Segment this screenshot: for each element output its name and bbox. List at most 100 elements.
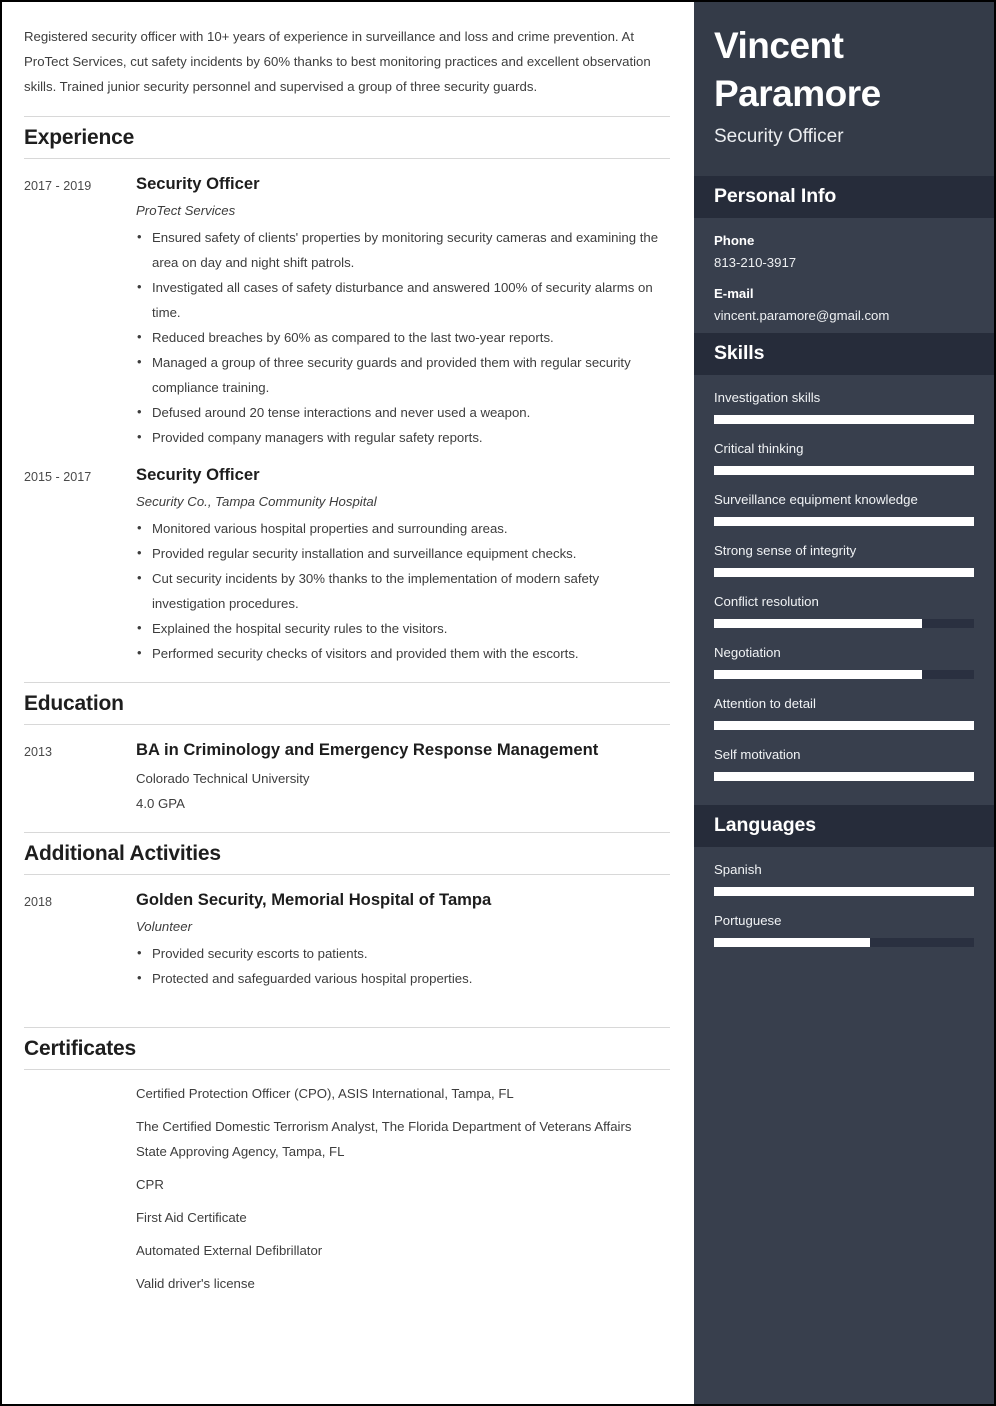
bullet-item: Monitored various hospital properties an… <box>136 515 662 541</box>
entry-body: Security Officer Security Co., Tampa Com… <box>136 463 670 666</box>
skill-item: Strong sense of integrity <box>714 540 974 577</box>
entry-date: 2018 <box>24 895 53 909</box>
language-item: Spanish <box>714 859 974 896</box>
bullet-item: Provided company managers with regular s… <box>136 424 662 450</box>
language-bar-fill <box>714 887 974 896</box>
certificates-list: Certified Protection Officer (CPO), ASIS… <box>24 1070 670 1296</box>
skill-bar-fill <box>714 466 974 475</box>
education-gpa: 4.0 GPA <box>136 796 185 811</box>
education-entry: 2013 BA in Criminology and Emergency Res… <box>24 725 670 816</box>
skill-bar-fill <box>714 772 974 781</box>
skill-item: Self motivation <box>714 744 974 781</box>
entry-body: Golden Security, Memorial Hospital of Ta… <box>136 888 670 991</box>
bullet-item: Managed a group of three security guards… <box>136 349 662 400</box>
bullet-item: Protected and safeguarded various hospit… <box>136 965 662 991</box>
skill-bar-fill <box>714 721 974 730</box>
bullet-item: Ensured safety of clients' properties by… <box>136 224 662 275</box>
entry-title: Golden Security, Memorial Hospital of Ta… <box>136 890 492 909</box>
experience-entry: 2017 - 2019 Security Officer ProTect Ser… <box>24 159 670 450</box>
skill-label: Negotiation <box>714 645 781 660</box>
experience-entry: 2015 - 2017 Security Officer Security Co… <box>24 450 670 666</box>
resume-sidebar: Vincent Paramore Security Officer Person… <box>694 2 994 1404</box>
section-title-certificates: Certificates <box>24 1027 670 1070</box>
bullet-item: Cut security incidents by 30% thanks to … <box>136 565 662 616</box>
bullet-item: Investigated all cases of safety disturb… <box>136 274 662 325</box>
entry-title: Security Officer <box>136 174 260 193</box>
language-bar-track <box>714 887 974 896</box>
section-certificates: Certificates Certified Protection Office… <box>24 1027 670 1296</box>
skill-item: Investigation skills <box>714 387 974 424</box>
languages-block: Spanish Portuguese <box>694 847 994 953</box>
sidebar-header-languages: Languages <box>694 805 994 847</box>
language-label: Spanish <box>714 862 762 877</box>
activity-entry: 2018 Golden Security, Memorial Hospital … <box>24 875 670 991</box>
bullet-item: Defused around 20 tense interactions and… <box>136 399 662 425</box>
skill-item: Conflict resolution <box>714 591 974 628</box>
certificate-item: Automated External Defibrillator <box>136 1243 323 1258</box>
bullet-item: Provided security escorts to patients. <box>136 940 662 966</box>
skill-item: Surveillance equipment knowledge <box>714 489 974 526</box>
section-education: Education 2013 BA in Criminology and Eme… <box>24 682 670 816</box>
skill-bar-track <box>714 517 974 526</box>
entry-bullet-list: Provided security escorts to patients. P… <box>136 940 662 991</box>
certificate-item: Valid driver's license <box>136 1276 255 1291</box>
certificate-item: CPR <box>136 1177 164 1192</box>
skill-label: Conflict resolution <box>714 594 819 609</box>
contact-value-email: vincent.paramore@gmail.com <box>714 308 890 323</box>
sidebar-header-personal-info: Personal Info <box>694 176 994 218</box>
skill-bar-track <box>714 721 974 730</box>
entry-title: Security Officer <box>136 465 260 484</box>
sidebar-identity-block: Vincent Paramore Security Officer <box>694 2 994 176</box>
skill-bar-fill <box>714 415 974 424</box>
entry-date: 2015 - 2017 <box>24 470 92 484</box>
contact-label-phone: Phone <box>714 233 755 248</box>
skill-label: Self motivation <box>714 747 801 762</box>
skill-label: Surveillance equipment knowledge <box>714 492 918 507</box>
certificate-item: The Certified Domestic Terrorism Analyst… <box>136 1119 632 1159</box>
language-item: Portuguese <box>714 910 974 947</box>
summary-paragraph: Registered security officer with 10+ yea… <box>24 29 651 94</box>
entry-subtitle: Security Co., Tampa Community Hospital <box>136 494 377 509</box>
entry-bullet-list: Ensured safety of clients' properties by… <box>136 224 662 450</box>
skill-label: Attention to detail <box>714 696 816 711</box>
skill-bar-fill <box>714 670 922 679</box>
bullet-item: Reduced breaches by 60% as compared to t… <box>136 324 662 350</box>
section-title-education: Education <box>24 682 670 725</box>
skill-item: Critical thinking <box>714 438 974 475</box>
section-title-additional-activities: Additional Activities <box>24 832 670 875</box>
skill-bar-fill <box>714 619 922 628</box>
entry-date: 2013 <box>24 745 53 759</box>
section-additional-activities: Additional Activities 2018 Golden Securi… <box>24 832 670 991</box>
bullet-item: Performed security checks of visitors an… <box>136 640 662 666</box>
skill-bar-track <box>714 466 974 475</box>
skill-label: Critical thinking <box>714 441 804 456</box>
contact-value-phone: 813-210-3917 <box>714 255 797 270</box>
certificate-item: Certified Protection Officer (CPO), ASIS… <box>136 1086 514 1101</box>
skill-bar-track <box>714 415 974 424</box>
entry-bullet-list: Monitored various hospital properties an… <box>136 515 662 666</box>
entry-title: BA in Criminology and Emergency Response… <box>136 740 599 759</box>
entry-subtitle: Volunteer <box>136 919 192 934</box>
skill-bar-track <box>714 670 974 679</box>
resume-page: Registered security officer with 10+ yea… <box>0 0 996 1406</box>
entry-date: 2017 - 2019 <box>24 179 92 193</box>
sidebar-header-skills: Skills <box>694 333 994 375</box>
skill-bar-track <box>714 772 974 781</box>
entry-body: Security Officer ProTect Services Ensure… <box>136 172 670 450</box>
skill-bar-fill <box>714 517 974 526</box>
language-bar-fill <box>714 938 870 947</box>
skill-item: Negotiation <box>714 642 974 679</box>
skill-label: Investigation skills <box>714 390 821 405</box>
skill-item: Attention to detail <box>714 693 974 730</box>
certificate-item: First Aid Certificate <box>136 1210 247 1225</box>
section-experience: Experience 2017 - 2019 Security Officer … <box>24 116 670 666</box>
skills-block: Investigation skills Critical thinking S… <box>694 375 994 787</box>
entry-subtitle: ProTect Services <box>136 203 236 218</box>
skill-bar-fill <box>714 568 974 577</box>
language-bar-track <box>714 938 974 947</box>
skill-bar-track <box>714 619 974 628</box>
entry-body: BA in Criminology and Emergency Response… <box>136 738 670 816</box>
language-label: Portuguese <box>714 913 782 928</box>
